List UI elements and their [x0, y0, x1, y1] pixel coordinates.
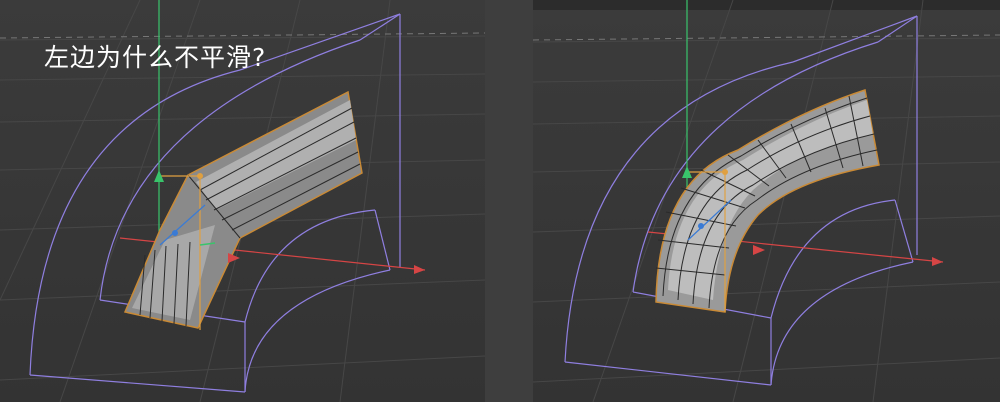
right-viewport-canvas — [533, 0, 1000, 402]
bent-tube-mesh-icon — [123, 90, 363, 329]
x-axis-gizmo-arrow-icon[interactable] — [753, 245, 765, 255]
viewport-divider — [485, 0, 533, 402]
z-axis-handle-icon[interactable] — [698, 223, 704, 229]
question-caption: 左边为什么不平滑? — [44, 43, 267, 72]
pivot-handle-icon[interactable] — [197, 173, 203, 179]
left-viewport[interactable]: 左边为什么不平滑? — [0, 0, 485, 402]
x-axis-arrow-icon — [414, 265, 425, 274]
right-viewport[interactable] — [533, 0, 1000, 402]
horizon-line — [533, 34, 1000, 41]
x-axis-gizmo-arrow-icon[interactable] — [228, 253, 240, 263]
smooth-bent-tube-mesh-icon — [655, 89, 880, 313]
pivot-handle-icon[interactable] — [722, 169, 728, 175]
z-axis-handle-icon[interactable] — [172, 230, 178, 236]
x-axis-arrow-icon — [932, 257, 943, 266]
